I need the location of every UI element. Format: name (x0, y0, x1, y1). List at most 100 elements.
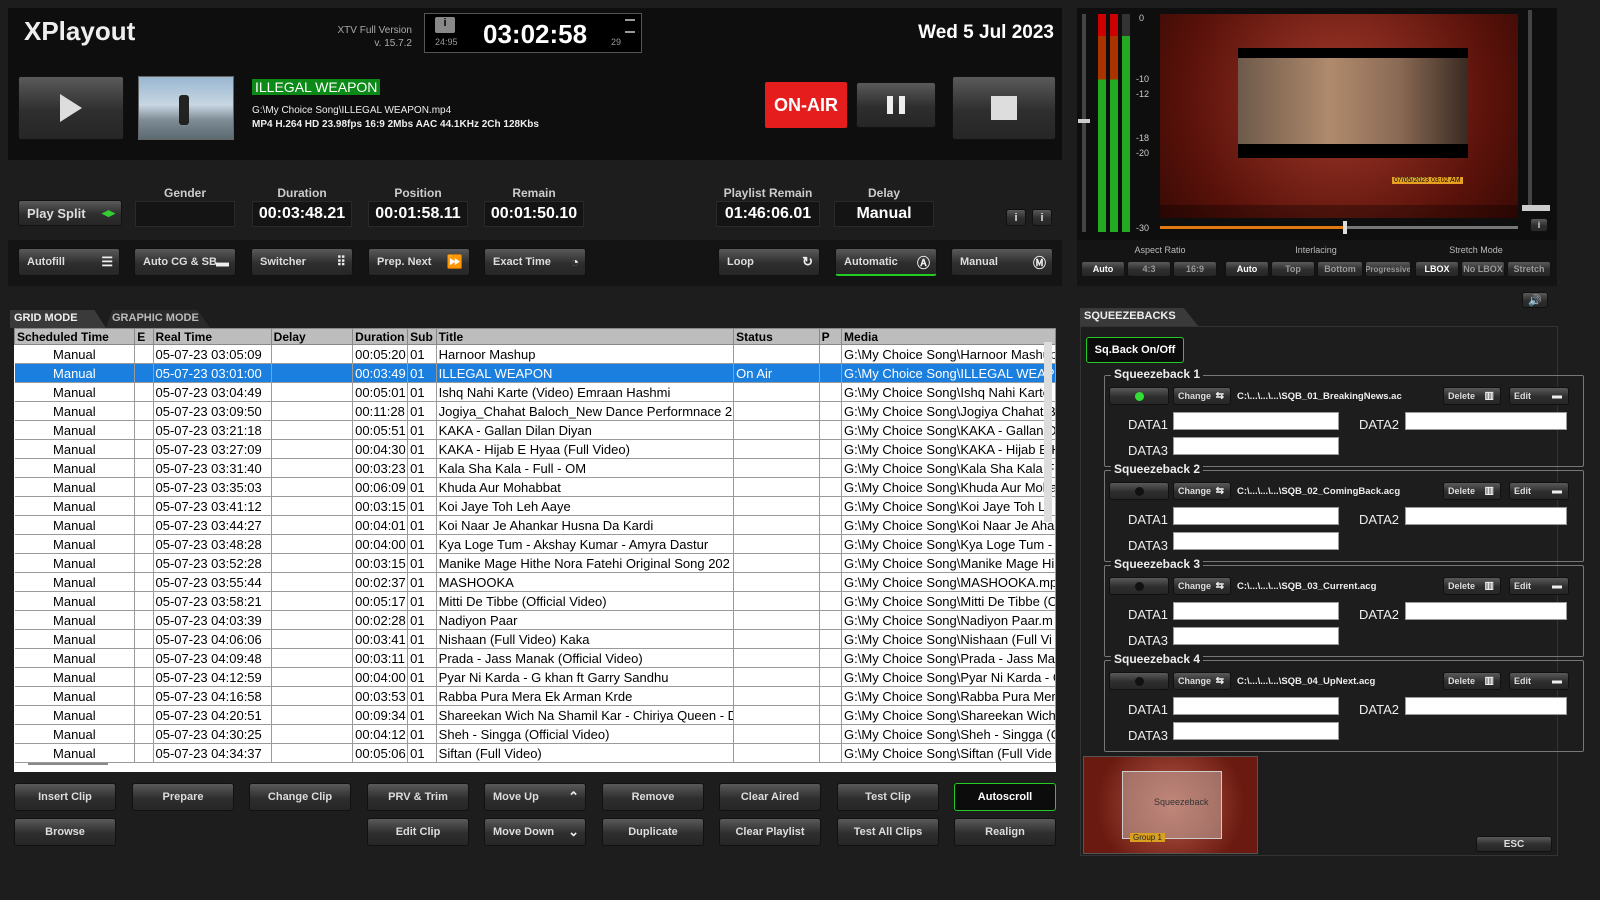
info-button-2[interactable]: i (1032, 209, 1052, 226)
table-row[interactable]: Manual 05-07-23 04:16:58 00:03:53 01 Rabba P… (14, 686, 1056, 706)
grid-header-4[interactable]: Duration (352, 328, 409, 345)
edit-button[interactable]: Edit ▬ (1509, 482, 1569, 500)
stop-button[interactable] (952, 76, 1056, 140)
table-row[interactable]: Manual 05-07-23 03:27:09 00:04:30 01 KAKA - … (14, 439, 1056, 459)
interlace-bottom[interactable]: Bottom (1317, 261, 1363, 277)
table-row[interactable]: Manual 05-07-23 03:52:28 00:03:15 01 Manike … (14, 553, 1056, 573)
table-row[interactable]: Manual 05-07-23 03:04:49 00:05:01 01 Ishq Na… (14, 382, 1056, 402)
grid-scrollbar[interactable] (1044, 342, 1052, 522)
edit-button[interactable]: Edit ▬ (1509, 672, 1569, 690)
interlace-progressive[interactable]: Progressive (1365, 261, 1411, 277)
delete-button[interactable]: Delete ▥ (1443, 482, 1501, 500)
insert-clip-button[interactable]: Insert Clip (14, 783, 116, 811)
browse-button[interactable]: Browse (14, 818, 116, 846)
aspect-auto[interactable]: Auto (1081, 261, 1125, 277)
table-row[interactable]: Manual 05-07-23 03:01:00 00:03:49 01 ILLEGAL… (14, 363, 1056, 383)
remove-button[interactable]: Remove (602, 783, 704, 811)
prep-next-button[interactable]: Prep. Next ⏩ (368, 248, 470, 276)
info-button-1[interactable]: i (1006, 209, 1026, 226)
data2-input[interactable] (1405, 697, 1567, 715)
table-row[interactable]: Manual 05-07-23 04:12:59 00:04:00 01 Pyar Ni… (14, 667, 1056, 687)
data1-input[interactable] (1173, 412, 1339, 430)
table-row[interactable]: Manual 05-07-23 03:48:28 00:04:00 01 Kya Log… (14, 534, 1056, 554)
grid-header-3[interactable]: Delay (270, 328, 354, 345)
stretch-stretch[interactable]: Stretch (1507, 261, 1551, 277)
switcher-button[interactable]: Switcher ⠿ (251, 248, 353, 276)
move-up-button[interactable]: Move Up ⌃ (484, 783, 586, 811)
aspect-16-9[interactable]: 16:9 (1173, 261, 1217, 277)
interlace-auto[interactable]: Auto (1225, 261, 1269, 277)
grid-hscroll[interactable] (28, 763, 108, 765)
table-row[interactable]: Manual 05-07-23 04:34:37 00:05:06 01 Siftan … (14, 743, 1056, 763)
data3-input[interactable] (1173, 627, 1339, 645)
table-row[interactable]: Manual 05-07-23 03:31:40 00:03:23 01 Kala Sh… (14, 458, 1056, 478)
autofill-button[interactable]: Autofill ☰ (18, 248, 120, 276)
preview-progress[interactable] (1160, 221, 1518, 234)
delete-button[interactable]: Delete ▥ (1443, 387, 1501, 405)
grid-header-6[interactable]: Title (435, 328, 735, 345)
grid-header-8[interactable]: P (818, 328, 843, 345)
table-row[interactable]: Manual 05-07-23 03:05:09 00:05:20 01 Harnoor… (14, 344, 1056, 364)
grid-header-0[interactable]: Scheduled Time (14, 328, 136, 345)
table-row[interactable]: Manual 05-07-23 03:35:03 00:06:09 01 Khuda A… (14, 477, 1056, 497)
edit-clip-button[interactable]: Edit Clip (367, 818, 469, 846)
sqback-toggle-button[interactable]: Sq.Back On/Off (1086, 337, 1184, 363)
data2-input[interactable] (1405, 507, 1567, 525)
delay-value[interactable]: Manual (834, 201, 934, 227)
table-row[interactable]: Manual 05-07-23 03:41:12 00:03:15 01 Koi Jay… (14, 496, 1056, 516)
squeezeback-on-button[interactable] (1109, 482, 1169, 500)
data3-input[interactable] (1173, 437, 1339, 455)
edit-button[interactable]: Edit ▬ (1509, 387, 1569, 405)
table-row[interactable]: Manual 05-07-23 04:03:39 00:02:28 01 Nadiyon… (14, 610, 1056, 630)
test-clip-button[interactable]: Test Clip (837, 783, 939, 811)
play-split-button[interactable]: Play Split ◂▸ (18, 200, 122, 226)
change-button[interactable]: Change ⇆ (1173, 577, 1231, 595)
tab-grid-mode[interactable]: GRID MODE (10, 310, 106, 328)
esc-button[interactable]: ESC (1476, 836, 1552, 852)
table-row[interactable]: Manual 05-07-23 03:21:18 00:05:51 01 KAKA - … (14, 420, 1056, 440)
table-row[interactable]: Manual 05-07-23 03:44:27 00:04:01 01 Koi Naa… (14, 515, 1056, 535)
data3-input[interactable] (1173, 532, 1339, 550)
meter-fader-left[interactable] (1078, 14, 1090, 232)
stretch-lbox[interactable]: LBOX (1415, 261, 1459, 277)
playlist-grid[interactable]: Scheduled Time E Real Time Delay Duration Sub… (14, 328, 1056, 772)
grid-header-2[interactable]: Real Time (152, 328, 272, 345)
manual-button[interactable]: Manual Ⓜ (951, 248, 1053, 276)
tab-graphic-mode[interactable]: GRAPHIC MODE (106, 310, 210, 328)
speaker-icon[interactable]: 🔊 (1522, 292, 1548, 308)
grid-header-1[interactable]: E (134, 328, 154, 345)
edit-button[interactable]: Edit ▬ (1509, 577, 1569, 595)
grid-header-5[interactable]: Sub (407, 328, 437, 345)
data1-input[interactable] (1173, 507, 1339, 525)
delete-button[interactable]: Delete ▥ (1443, 577, 1501, 595)
data2-input[interactable] (1405, 602, 1567, 620)
automatic-button[interactable]: Automatic Ⓐ (835, 248, 937, 276)
interlace-top[interactable]: Top (1271, 261, 1315, 277)
auto-cg-button[interactable]: Auto CG & SB ▬ (134, 248, 236, 276)
data1-input[interactable] (1173, 697, 1339, 715)
change-clip-button[interactable]: Change Clip (249, 783, 351, 811)
pause-button[interactable] (856, 82, 936, 128)
play-button[interactable] (18, 76, 124, 140)
realign-button[interactable]: Realign (954, 818, 1056, 846)
table-row[interactable]: Manual 05-07-23 04:30:25 00:04:12 01 Sheh - … (14, 724, 1056, 744)
prepare-button[interactable]: Prepare (132, 783, 234, 811)
data2-input[interactable] (1405, 412, 1567, 430)
change-button[interactable]: Change ⇆ (1173, 387, 1231, 405)
table-row[interactable]: Manual 05-07-23 03:58:21 00:05:17 01 Mitti D… (14, 591, 1056, 611)
clear-aired-button[interactable]: Clear Aired (719, 783, 821, 811)
duplicate-button[interactable]: Duplicate (602, 818, 704, 846)
volume-knob[interactable] (1522, 205, 1550, 211)
move-down-button[interactable]: Move Down ⌄ (484, 818, 586, 846)
squeezeback-on-button[interactable] (1109, 387, 1169, 405)
prv-trim-button[interactable]: PRV & Trim (367, 783, 469, 811)
volume-slider[interactable] (1528, 10, 1532, 210)
preview-info-button[interactable]: i (1530, 218, 1548, 232)
table-row[interactable]: Manual 05-07-23 04:09:48 00:03:11 01 Prada -… (14, 648, 1056, 668)
table-row[interactable]: Manual 05-07-23 04:20:51 00:09:34 01 Shareek… (14, 705, 1056, 725)
on-air-button[interactable]: ON-AIR (765, 82, 847, 128)
exact-time-button[interactable]: Exact Time ◔ (484, 248, 586, 276)
squeezeback-on-button[interactable] (1109, 577, 1169, 595)
change-button[interactable]: Change ⇆ (1173, 482, 1231, 500)
test-all-clips-button[interactable]: Test All Clips (837, 818, 939, 846)
